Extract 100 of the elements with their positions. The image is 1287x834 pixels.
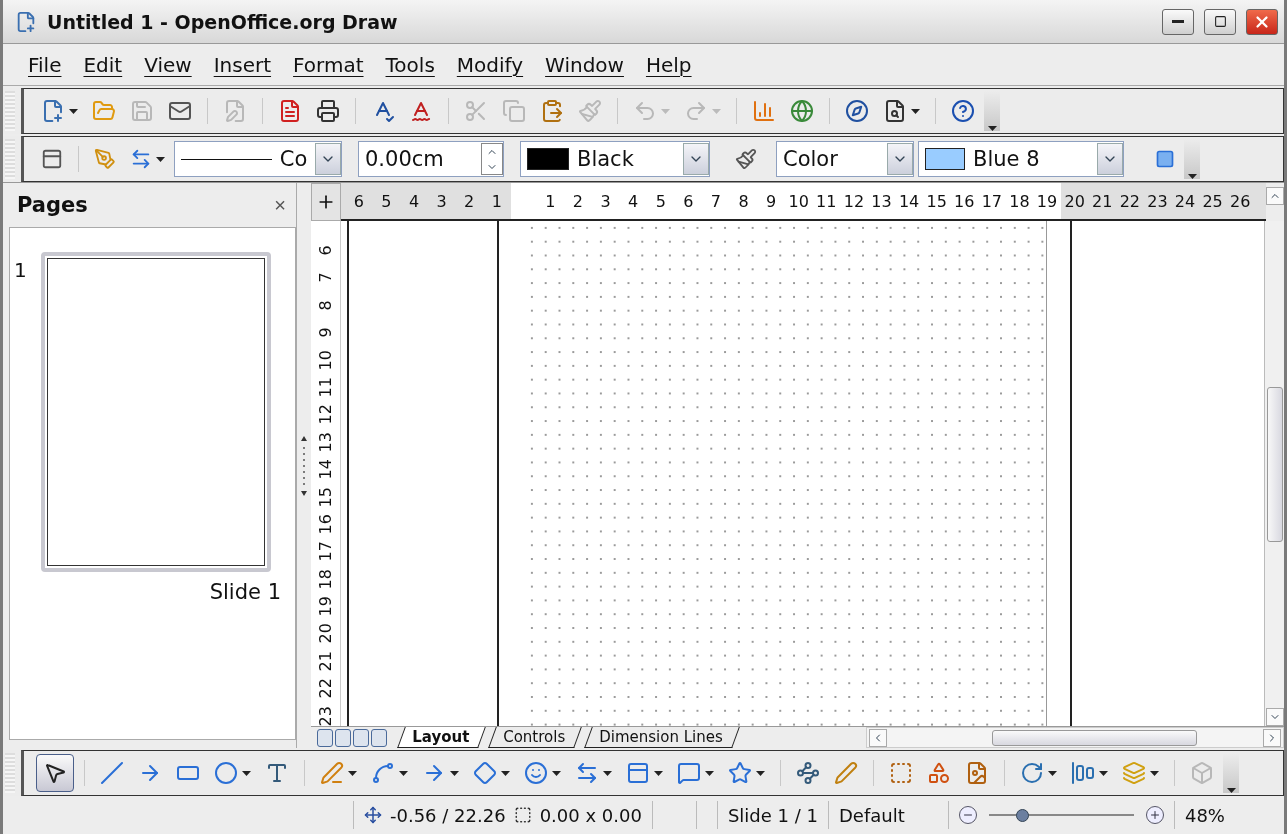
ruler-number: 26 xyxy=(1229,191,1252,211)
caret-icon xyxy=(156,156,165,162)
auto-spellcheck-icon xyxy=(409,99,433,123)
layer-tab[interactable]: Layout xyxy=(397,727,486,748)
toolbar-grip[interactable] xyxy=(5,91,15,131)
ruler-number: 21 xyxy=(316,650,335,674)
horizontal-scrollbar[interactable] xyxy=(865,727,1284,748)
panel-close-button[interactable]: × xyxy=(270,193,290,217)
scroll-right-button[interactable] xyxy=(1263,728,1281,747)
maximize-button[interactable] xyxy=(1204,8,1236,35)
caret-icon xyxy=(603,770,612,776)
menu-item[interactable]: Help xyxy=(634,44,703,85)
slide-thumbnail[interactable] xyxy=(40,252,271,572)
line-color-dropdown[interactable]: Black xyxy=(520,141,710,177)
ruler-corner[interactable] xyxy=(311,183,341,221)
dropdown-button[interactable] xyxy=(683,143,709,175)
ruler-number: 6 xyxy=(352,191,365,211)
vertical-scrollbar[interactable] xyxy=(1264,221,1284,726)
tab-nav-button[interactable] xyxy=(371,729,387,747)
caret-icon xyxy=(399,770,408,776)
ruler-number: 15 xyxy=(925,191,948,211)
tab-nav-button[interactable] xyxy=(353,729,369,747)
shadow-icon xyxy=(1155,149,1175,169)
dropdown-button[interactable] xyxy=(315,143,341,175)
menu-item[interactable]: Modify xyxy=(445,44,535,85)
toolbar-overflow-button[interactable] xyxy=(1184,139,1200,179)
line-style-dropdown[interactable]: Co xyxy=(174,141,342,177)
ruler-number: 17 xyxy=(316,540,335,565)
dropdown-button[interactable] xyxy=(887,143,913,175)
ruler-number: 12 xyxy=(316,403,335,428)
ruler-number: 17 xyxy=(980,191,1004,211)
printer-icon xyxy=(316,99,340,123)
size-icon xyxy=(513,806,532,824)
globe-icon xyxy=(790,99,814,123)
align-icon xyxy=(1071,761,1095,785)
toolbar-grip[interactable] xyxy=(5,753,15,793)
minimize-button[interactable] xyxy=(1162,8,1194,35)
ruler-number: 7 xyxy=(316,272,335,286)
arrow-style-icon xyxy=(130,148,152,170)
caret-icon xyxy=(450,770,459,776)
ruler-number: 1 xyxy=(544,191,557,211)
spin-button[interactable] xyxy=(481,143,503,175)
zoom-icon xyxy=(883,99,907,123)
ruler-number: 14 xyxy=(316,458,335,482)
scroll-up-button[interactable] xyxy=(1266,187,1284,205)
dropdown-button[interactable] xyxy=(1097,143,1123,175)
toolbar-overflow-button[interactable] xyxy=(1223,753,1239,793)
ruler-number: 20 xyxy=(316,623,335,647)
ruler-number: 15 xyxy=(316,486,335,510)
menu-item[interactable]: Edit xyxy=(72,44,134,85)
caret-icon xyxy=(1226,788,1236,793)
menu-item[interactable]: Insert xyxy=(202,44,283,85)
pencil-icon xyxy=(320,761,344,785)
close-button[interactable] xyxy=(1246,8,1278,35)
layer-tab[interactable]: Dimension Lines xyxy=(584,727,740,748)
ruler-number: 3 xyxy=(435,191,448,211)
menu-item[interactable]: Tools xyxy=(374,44,446,85)
zoom-in-button[interactable] xyxy=(1145,806,1164,824)
scroll-left-button[interactable] xyxy=(868,728,887,747)
zoom-slider-thumb[interactable] xyxy=(1016,808,1030,822)
area-color-dropdown[interactable]: Blue 8 xyxy=(918,141,1124,177)
ruler-number: 8 xyxy=(316,299,335,313)
window-title: Untitled 1 - OpenOffice.org Draw xyxy=(47,10,399,33)
menu-item[interactable]: Format xyxy=(282,44,375,85)
edit-file-icon xyxy=(223,99,247,123)
toolbar-grip[interactable] xyxy=(5,139,15,179)
maximize-icon xyxy=(1213,15,1227,28)
menu-item[interactable]: File xyxy=(17,44,73,85)
scrollbar-thumb[interactable] xyxy=(991,729,1197,746)
speech-bubble-icon xyxy=(677,761,701,785)
double-arrow-icon xyxy=(575,761,599,785)
caret-icon xyxy=(654,770,663,776)
ruler-number: 13 xyxy=(870,191,893,211)
ruler-number: 16 xyxy=(316,513,335,537)
splitter-handle-icon[interactable] xyxy=(301,435,307,496)
tab-nav-button[interactable] xyxy=(317,729,333,747)
ruler-number: 10 xyxy=(316,349,335,373)
pdf-file-icon xyxy=(278,99,302,123)
caret-icon xyxy=(242,770,251,776)
ruler-number: 25 xyxy=(1201,191,1224,211)
caret-icon xyxy=(69,108,78,114)
caret-icon xyxy=(911,108,920,114)
picture-icon xyxy=(965,761,989,785)
scroll-down-button[interactable] xyxy=(1265,708,1284,726)
rotate-icon xyxy=(1020,761,1044,785)
layer-tab[interactable]: Controls xyxy=(488,727,582,748)
line-width-field[interactable]: 0.00cm xyxy=(358,141,504,177)
scrollbar-thumb[interactable] xyxy=(1266,387,1283,542)
caret-icon xyxy=(705,770,714,776)
plus-icon xyxy=(1148,809,1161,821)
toolbar-overflow-button[interactable] xyxy=(984,91,1000,131)
tool-button[interactable] xyxy=(36,754,74,792)
tab-nav-button[interactable] xyxy=(335,729,351,747)
ruler-number: 16 xyxy=(953,191,976,211)
connector-icon xyxy=(371,761,395,785)
menu-item[interactable]: Window xyxy=(534,44,635,85)
area-style-dropdown[interactable]: Color xyxy=(776,141,914,177)
zoom-out-button[interactable] xyxy=(958,806,977,824)
menu-item[interactable]: View xyxy=(133,44,203,85)
ruler-number: 8 xyxy=(737,191,750,211)
